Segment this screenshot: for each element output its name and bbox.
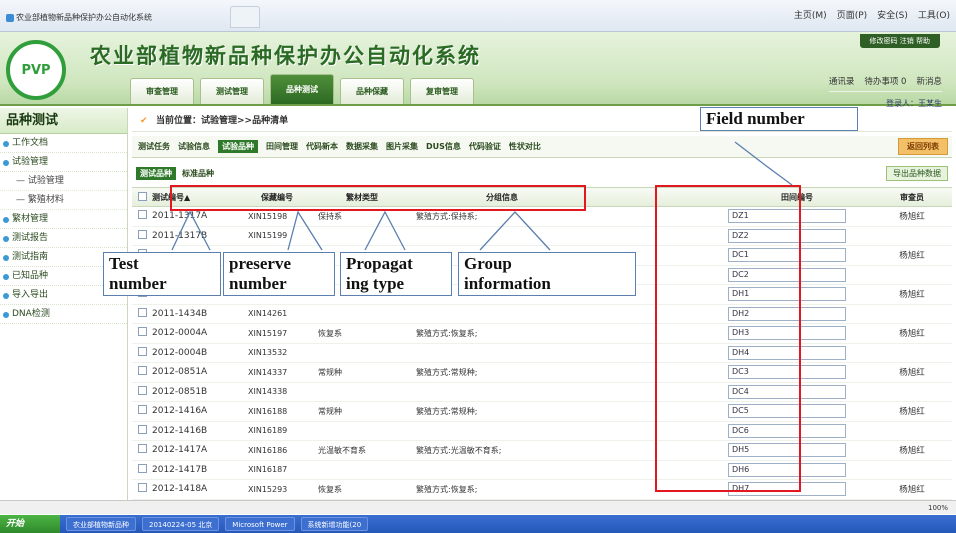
callout-field-number: Field number <box>700 107 858 131</box>
annotation-box-header-columns <box>170 185 586 211</box>
callout-preserve-number: preserve number <box>223 252 335 296</box>
callout-propagating-type: Propagat ing type <box>340 252 452 296</box>
callout-test-number: Test number <box>103 252 221 296</box>
callout-group-information: Group information <box>458 252 636 296</box>
annotation-box-field-numbers <box>655 185 801 492</box>
